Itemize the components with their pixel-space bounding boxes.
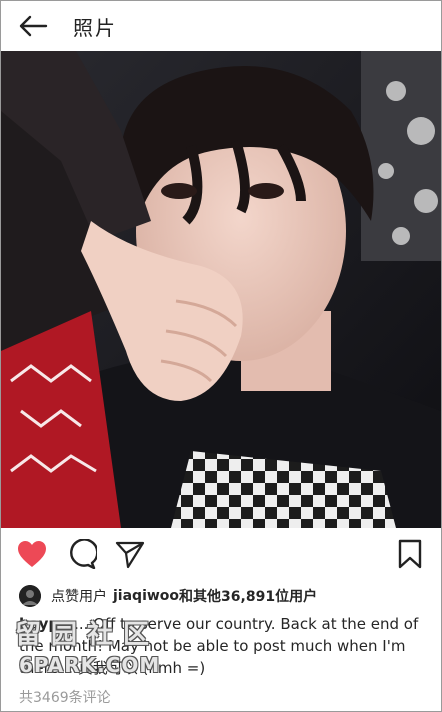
back-button[interactable] xyxy=(11,4,55,48)
watermark-line2: 6PARK.COM xyxy=(19,653,161,677)
likes-prefix: 点赞用户 xyxy=(51,589,107,605)
save-button[interactable] xyxy=(395,539,425,569)
avatar[interactable] xyxy=(19,585,41,607)
photo-illustration xyxy=(1,51,441,528)
watermark-line1: 留园社区 xyxy=(15,620,160,650)
post-photo[interactable] xyxy=(1,51,441,528)
top-bar: 照片 xyxy=(1,1,441,51)
heart-icon xyxy=(18,541,46,567)
back-arrow-icon xyxy=(19,15,48,37)
post-view: 照片 点赞用户 jiaqiwoo 和 其他36,891位用户 kaypa ...… xyxy=(0,0,442,712)
like-button[interactable] xyxy=(17,539,47,569)
page-title: 照片 xyxy=(73,15,117,40)
likes-others[interactable]: 其他36,891位用户 xyxy=(193,586,317,606)
share-button[interactable] xyxy=(115,539,145,569)
likes-joiner: 和 xyxy=(179,589,194,605)
likes-summary: 点赞用户 jiaqiwoo 和 其他36,891位用户 xyxy=(19,583,317,609)
view-comments-link[interactable]: 共3469条评论 xyxy=(19,687,111,707)
liker-username[interactable]: jiaqiwoo xyxy=(113,588,179,604)
comment-button[interactable] xyxy=(67,539,97,569)
action-bar xyxy=(1,531,441,577)
bookmark-icon xyxy=(398,539,422,569)
comment-icon xyxy=(70,539,97,569)
send-icon xyxy=(115,541,145,569)
